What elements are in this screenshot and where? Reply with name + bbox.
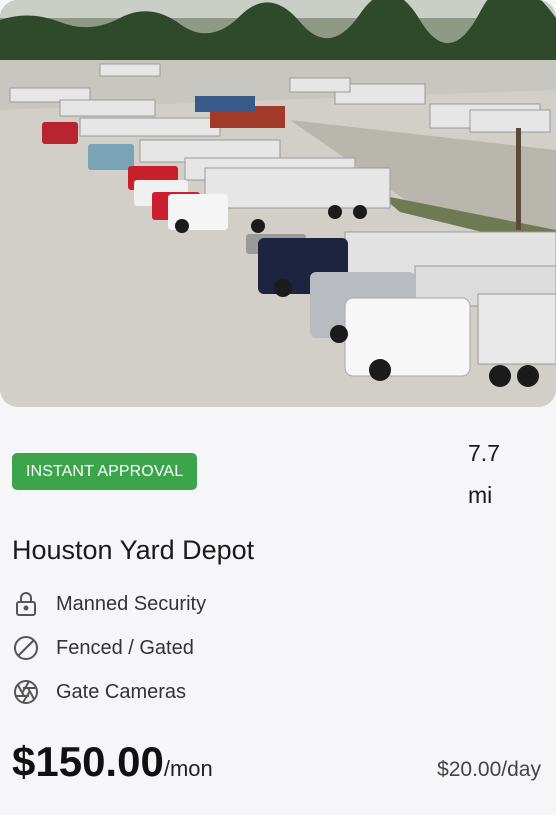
listing-photo[interactable]: [0, 0, 556, 407]
daily-price: $20.00/day: [437, 758, 541, 781]
feature-list: Manned Security Fenced / Gated Gate Came…: [12, 582, 206, 714]
feature-item-cameras: Gate Cameras: [12, 670, 206, 714]
blocked-circle-icon: [12, 634, 40, 662]
camera-shutter-icon: [12, 678, 40, 706]
feature-item-security: Manned Security: [12, 582, 206, 626]
feature-label: Manned Security: [56, 592, 207, 615]
listing-title[interactable]: Houston Yard Depot: [12, 530, 254, 570]
feature-label: Fenced / Gated: [56, 636, 194, 659]
lock-icon: [12, 590, 40, 618]
feature-label: Gate Cameras: [56, 680, 187, 703]
distance-label: 7.7 mi: [468, 440, 500, 508]
price-amount: $150.00: [12, 738, 164, 785]
monthly-price: $150.00/mon: [12, 738, 213, 786]
price-unit: /mon: [163, 756, 213, 781]
feature-item-fenced: Fenced / Gated: [12, 626, 206, 670]
listing-card[interactable]: INSTANT APPROVAL 7.7 mi Houston Yard Dep…: [0, 0, 556, 815]
truck-yard-image: [0, 0, 556, 407]
instant-approval-badge: INSTANT APPROVAL: [12, 453, 198, 490]
